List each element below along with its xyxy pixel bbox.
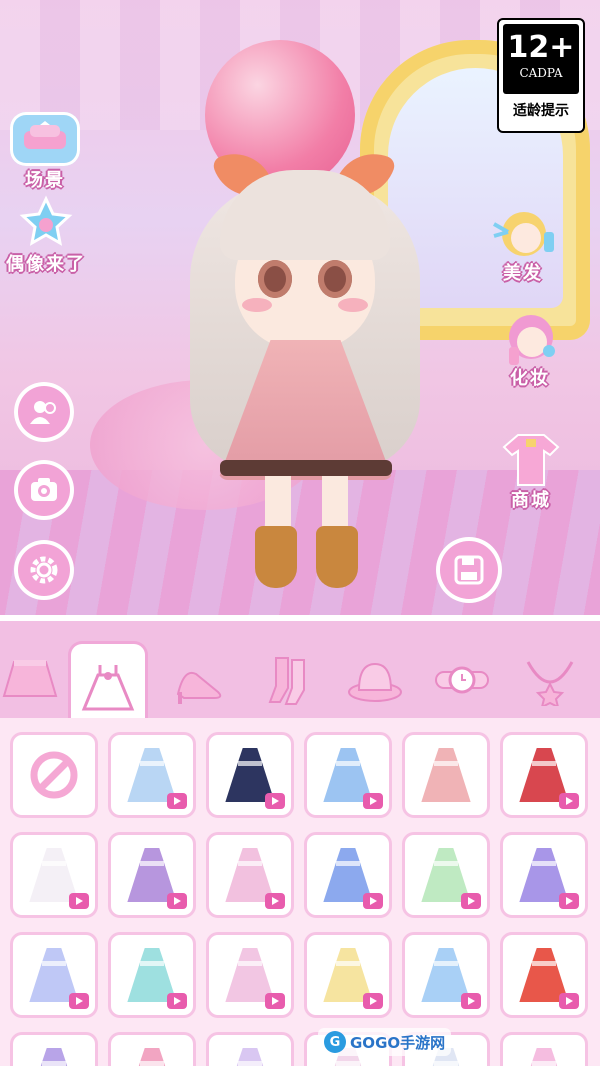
video-ad-icon [167, 793, 187, 809]
friends-icon [30, 401, 56, 424]
outfit-item[interactable] [108, 1032, 196, 1066]
item-grid [0, 718, 600, 1066]
tab-skirt[interactable] [0, 635, 70, 725]
dress-item-icon [234, 1046, 266, 1066]
idol-button[interactable]: 偶像来了 [6, 195, 86, 276]
outfit-item[interactable] [304, 932, 392, 1018]
outfit-item[interactable] [206, 1032, 294, 1066]
video-ad-icon [461, 993, 481, 1009]
character-eye-left [258, 260, 292, 298]
save-button[interactable] [436, 537, 502, 603]
scene-button[interactable]: 场景 [10, 112, 80, 192]
blush-left [242, 298, 272, 312]
outfit-item[interactable] [500, 1032, 588, 1066]
makeup-label: 化妆 [510, 368, 550, 389]
remove-item-button[interactable] [10, 732, 98, 818]
outfit-item[interactable] [304, 732, 392, 818]
scene-label: 场景 [25, 170, 65, 191]
outfit-item[interactable] [304, 832, 392, 918]
video-ad-icon [167, 893, 187, 909]
floppy-disk-icon [454, 555, 484, 585]
video-ad-icon [461, 893, 481, 909]
video-ad-icon [363, 993, 383, 1009]
age-rating-number: 12+ [507, 30, 575, 65]
outfit-item[interactable] [402, 832, 490, 918]
outfit-item[interactable] [108, 932, 196, 1018]
watermark-text: GOGO手游网 [350, 1033, 446, 1052]
hair-label: 美发 [503, 263, 543, 284]
age-rating-tip: 适龄提示 [513, 103, 569, 119]
makeup-girl-icon [495, 310, 565, 365]
outfit-item[interactable] [108, 832, 196, 918]
outfit-item[interactable] [402, 932, 490, 1018]
outfit-item[interactable] [500, 832, 588, 918]
sofa-icon [10, 112, 80, 166]
tab-dress[interactable] [68, 641, 148, 729]
outfit-item[interactable] [10, 932, 98, 1018]
video-ad-icon [559, 993, 579, 1009]
boot-right [316, 526, 358, 588]
tab-shoes[interactable] [162, 635, 242, 725]
hair-girl-icon [488, 205, 558, 259]
watch-icon [435, 666, 489, 694]
friends-button[interactable] [14, 382, 74, 442]
age-rating-org: CADPA [519, 66, 563, 80]
category-tab-bar [0, 615, 600, 729]
video-ad-icon [363, 893, 383, 909]
hat-icon [348, 662, 402, 702]
prohibited-icon [30, 751, 78, 799]
dress-icon [81, 664, 135, 710]
tab-hat[interactable] [335, 635, 415, 725]
camera-button[interactable] [14, 460, 74, 520]
outfit-item[interactable] [108, 732, 196, 818]
dress-item-icon [38, 1046, 70, 1066]
camera-icon [31, 478, 57, 501]
socks-icon [268, 657, 305, 705]
hair-button[interactable]: 美发 [488, 205, 558, 285]
shop-button[interactable]: 商城 [496, 432, 566, 512]
age-rating-badge: 12+ CADPA 适龄提示 [497, 18, 585, 133]
outfit-item[interactable] [500, 732, 588, 818]
blush-right [338, 298, 368, 312]
dress-hem [220, 460, 392, 476]
dress-item-icon [418, 746, 474, 804]
character[interactable] [180, 140, 430, 590]
dress-item-icon [136, 1046, 168, 1066]
dress-item-icon [528, 1046, 560, 1066]
character-eye-right [318, 260, 352, 298]
gear-icon [30, 556, 58, 584]
shop-label: 商城 [511, 490, 551, 511]
video-ad-icon [363, 793, 383, 809]
idol-label: 偶像来了 [6, 254, 86, 275]
video-ad-icon [265, 993, 285, 1009]
makeup-button[interactable]: 化妆 [495, 310, 565, 390]
outfit-item[interactable] [500, 932, 588, 1018]
watermark: G GOGO手游网 [318, 1028, 452, 1056]
outfit-item[interactable] [10, 1032, 98, 1066]
video-ad-icon [69, 993, 89, 1009]
video-ad-icon [559, 793, 579, 809]
high-heels-icon [176, 672, 222, 704]
video-ad-icon [69, 893, 89, 909]
settings-button[interactable] [14, 540, 74, 600]
outfit-item[interactable] [402, 732, 490, 818]
boot-left [255, 526, 297, 588]
video-ad-icon [265, 893, 285, 909]
watermark-logo-icon: G [324, 1031, 346, 1053]
dress-shop-icon [496, 432, 566, 486]
outfit-item[interactable] [206, 932, 294, 1018]
star-icon [11, 195, 81, 250]
video-ad-icon [167, 993, 187, 1009]
outfit-item[interactable] [10, 832, 98, 918]
video-ad-icon [559, 893, 579, 909]
outfit-item[interactable] [206, 832, 294, 918]
tab-necklace[interactable] [510, 635, 590, 725]
necklace-icon [526, 661, 574, 706]
video-ad-icon [265, 793, 285, 809]
skirt-icon [2, 660, 58, 697]
outfit-item[interactable] [206, 732, 294, 818]
tab-watch[interactable] [422, 635, 502, 725]
tab-socks[interactable] [250, 635, 330, 725]
